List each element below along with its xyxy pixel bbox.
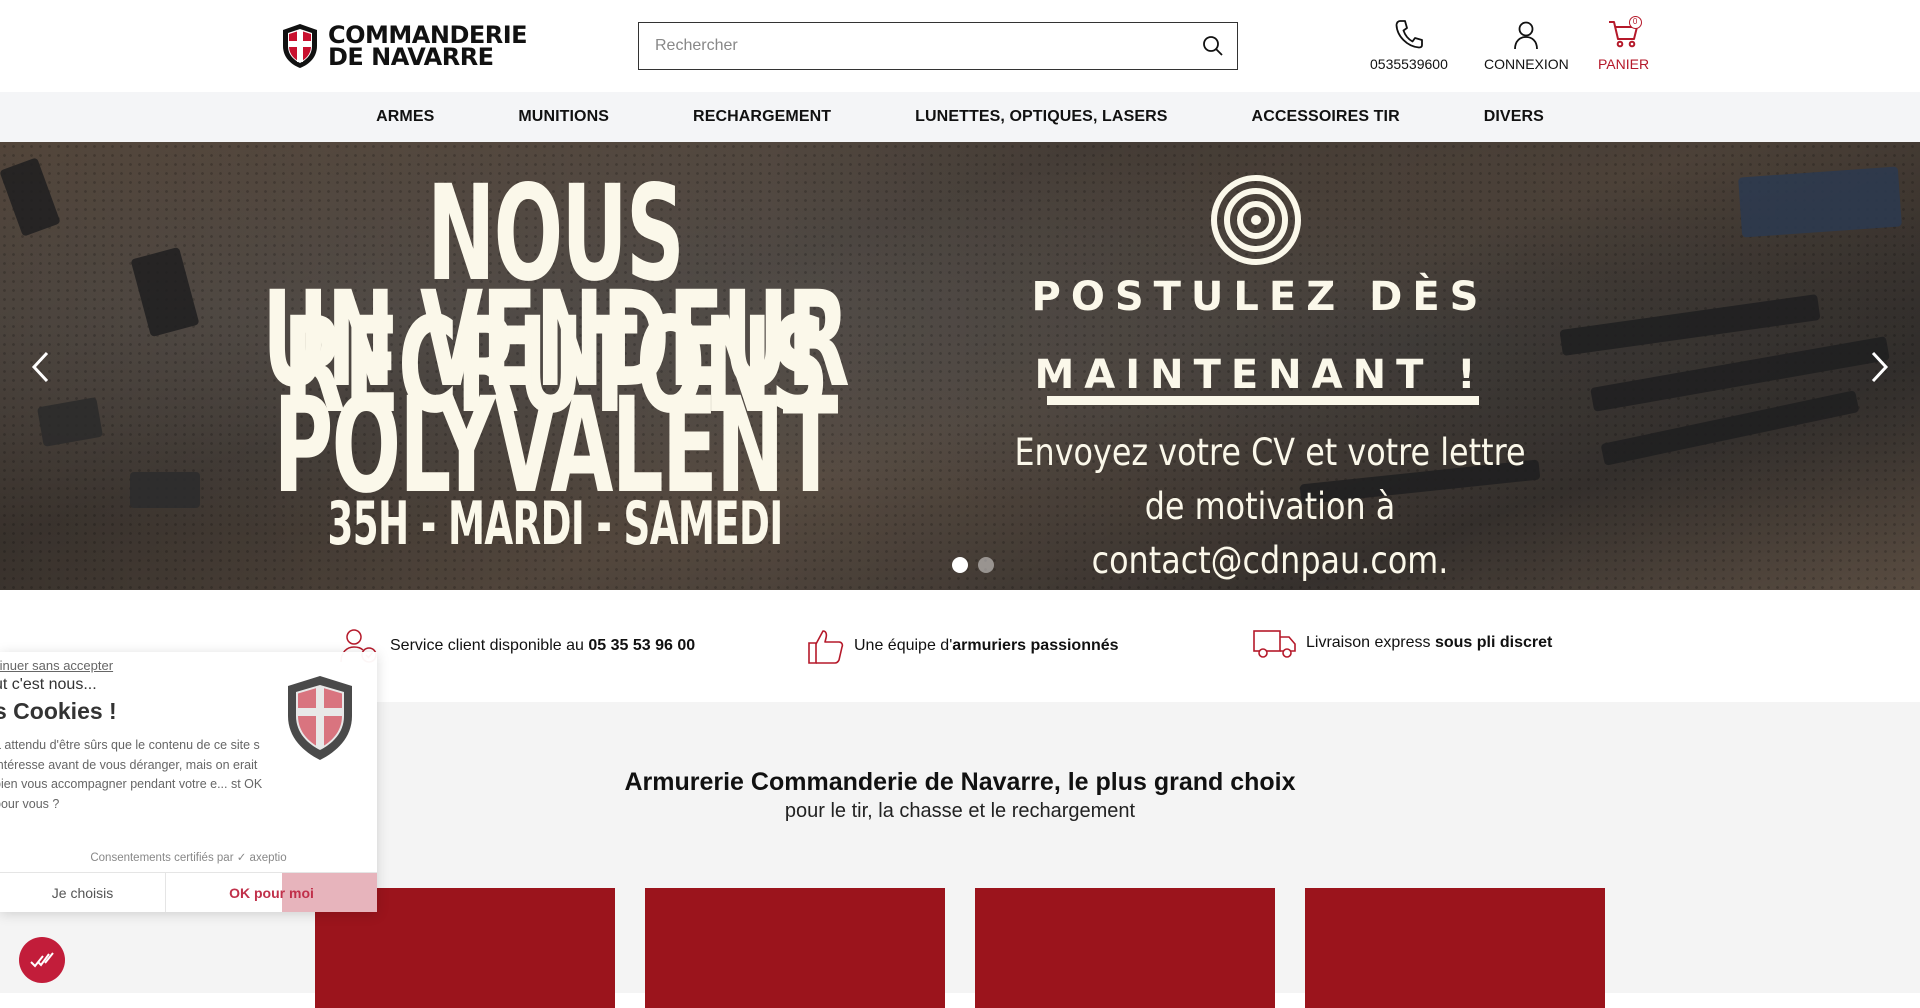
- search-box: [638, 22, 1238, 70]
- continue-without-accepting-link[interactable]: tinuer sans accepter: [0, 658, 113, 673]
- reassurance-delivery-text: Livraison express sous pli discret: [1306, 634, 1553, 651]
- logo-line-2: DE NAVARRE: [328, 43, 494, 71]
- reassurance-service: Service client disponible au 05 35 53 96…: [338, 626, 695, 666]
- search-button[interactable]: [1189, 22, 1237, 70]
- phone-label: 0535539600: [1370, 56, 1448, 72]
- phone-icon: [1395, 20, 1423, 49]
- nav-item-rechargement[interactable]: RECHARGEMENT: [693, 108, 831, 126]
- cart-count-badge: 0: [1628, 16, 1642, 29]
- service-phone[interactable]: 05 35 53 96 00: [588, 637, 695, 654]
- user-icon: [1514, 21, 1539, 50]
- cookie-settings-button[interactable]: [19, 937, 65, 983]
- reassurance-team: Une équipe d'armuriers passionnés: [806, 626, 1119, 666]
- cart-link[interactable]: 0 PANIER: [1598, 14, 1649, 72]
- logo-text: COMMANDERIE DE NAVARRE: [328, 23, 528, 71]
- cookie-choose-button[interactable]: Je choisis: [0, 873, 166, 912]
- cookie-accept-button[interactable]: OK pour moi: [166, 873, 377, 912]
- cookie-banner: tinuer sans accepter ut c'est nous... s …: [0, 652, 377, 912]
- login-label: CONNEXION: [1484, 56, 1569, 72]
- phone-link[interactable]: 0535539600: [1370, 14, 1448, 72]
- hero-divider: [1047, 396, 1479, 405]
- cookie-body: a attendu d'être sûrs que le contenu de …: [0, 738, 263, 811]
- main-nav: ARMES MUNITIONS RECHARGEMENT LUNETTES, O…: [0, 92, 1920, 142]
- target-icon: [1211, 175, 1301, 265]
- carousel-dots: [952, 557, 994, 573]
- site-header: COMMANDERIE DE NAVARRE 0535539600 CONN: [0, 0, 1920, 92]
- thumbs-up-icon: [808, 630, 844, 664]
- chevron-right-icon: [1871, 351, 1889, 383]
- hero-subtext: Envoyez votre CV et votre lettre de moti…: [1014, 431, 1526, 582]
- nav-item-lunettes[interactable]: LUNETTES, OPTIQUES, LASERS: [915, 108, 1167, 126]
- delivery-truck-icon: [1253, 630, 1296, 658]
- reassurance-delivery: Livraison express sous pli discret: [1252, 626, 1552, 660]
- nav-item-accessoires[interactable]: ACCESSOIRES TIR: [1252, 108, 1400, 126]
- cart-label: PANIER: [1598, 56, 1650, 72]
- nav-item-armes[interactable]: ARMES: [376, 108, 434, 126]
- search-icon: [1203, 36, 1223, 56]
- shield-logo-icon: [283, 24, 317, 68]
- shield-logo-icon: [288, 676, 352, 760]
- category-card[interactable]: [645, 888, 945, 1008]
- site-logo[interactable]: COMMANDERIE DE NAVARRE: [280, 20, 528, 72]
- nav-item-munitions[interactable]: MUNITIONS: [518, 108, 609, 126]
- hero-carousel: NOUS RECRUTONS UN VENDEUR POLYVALENT 35H…: [0, 142, 1920, 590]
- cookie-certification: Consentements certifiés par ✓ axeptio: [90, 852, 287, 864]
- category-card[interactable]: [1305, 888, 1605, 1008]
- checkmarks-icon: [30, 952, 54, 968]
- carousel-dot-1[interactable]: [952, 557, 968, 573]
- carousel-next-button[interactable]: [1860, 347, 1900, 387]
- carousel-prev-button[interactable]: [20, 347, 60, 387]
- cookie-title: s Cookies !: [0, 698, 117, 724]
- category-card[interactable]: [975, 888, 1275, 1008]
- hero-cta-line-2: MAINTENANT !: [1034, 352, 1486, 398]
- login-link[interactable]: CONNEXION: [1484, 14, 1569, 72]
- nav-item-divers[interactable]: DIVERS: [1484, 108, 1544, 126]
- cookie-intro: ut c'est nous...: [0, 676, 97, 693]
- reassurance-service-text: Service client disponible au 05 35 53 96…: [390, 637, 696, 654]
- reassurance-team-text: Une équipe d'armuriers passionnés: [854, 637, 1119, 654]
- hero-schedule: 35H - MARDI - SAMEDI: [327, 489, 783, 559]
- search-input[interactable]: [639, 23, 1189, 69]
- hero-cta-line-1: POSTULEZ DÈS: [1031, 274, 1489, 320]
- cookie-actions: Je choisis OK pour moi: [0, 872, 377, 912]
- carousel-dot-2[interactable]: [978, 557, 994, 573]
- chevron-left-icon: [31, 351, 49, 383]
